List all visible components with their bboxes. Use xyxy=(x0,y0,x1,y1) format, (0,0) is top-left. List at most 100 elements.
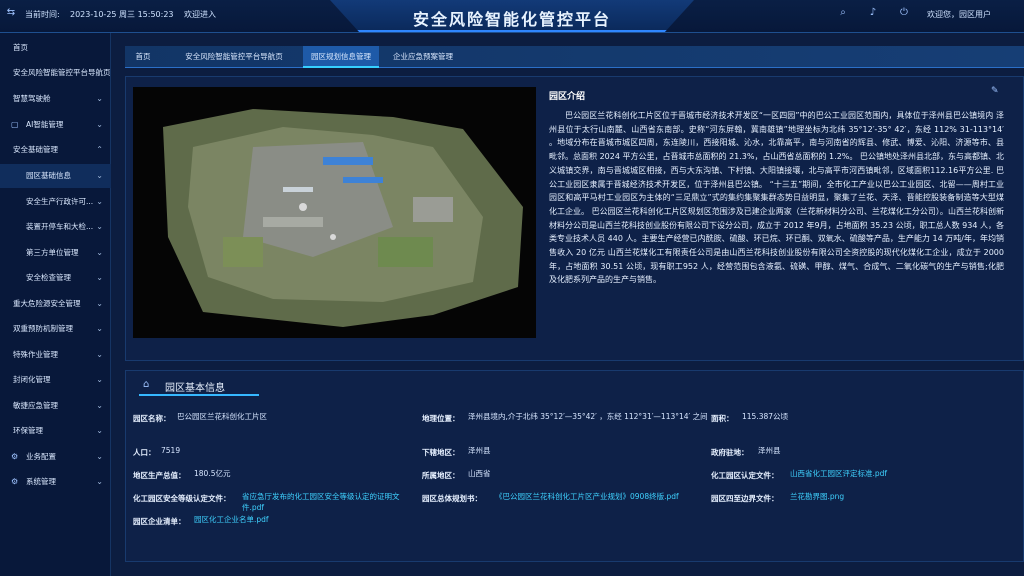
field-label: 园区名称： xyxy=(133,414,171,423)
field-value: 180.5亿元 xyxy=(194,469,231,478)
field-label: 地区生产总值： xyxy=(133,471,186,480)
chevron-down-icon: ⌄ xyxy=(96,426,103,435)
field-label: 所属地区： xyxy=(422,471,460,480)
sidebar-item-cockpit[interactable]: 智慧驾驶舱 ⌄ xyxy=(0,87,111,111)
sidebar-item-label: 封闭化管理 xyxy=(13,375,51,384)
info-title: 园区基本信息 xyxy=(165,383,225,394)
info-header: ⌂ 园区基本信息 xyxy=(139,376,259,396)
bell-icon[interactable]: ♪ xyxy=(866,7,880,21)
field-label: 下辖地区： xyxy=(422,448,460,457)
sidebar: 首页 安全风险智能管控平台导航页 智慧驾驶舱 ⌄ ▢ AI智能管理 ⌄ 安全基础管理 ⌃… xyxy=(0,33,111,576)
gear-icon: ⚙ xyxy=(11,452,19,461)
tab-nav-page[interactable]: 安全风险智能管控平台导航页 xyxy=(167,46,301,68)
tab-bar: 首页 安全风险智能管控平台导航页 园区规划信息管理 企业应急预案管理 xyxy=(125,46,1024,68)
chevron-down-icon: ⌄ xyxy=(96,120,103,129)
field-label: 化工园区认定文件： xyxy=(711,471,779,480)
field-value: 泽州县 xyxy=(758,446,781,455)
datetime: 2023-10-25 周三 15:50:23 xyxy=(70,10,174,19)
info-panel xyxy=(125,370,1024,562)
sidebar-item-nav-page[interactable]: 安全风险智能管控平台导航页 xyxy=(0,61,111,85)
field-value: 山西省 xyxy=(468,469,491,478)
sidebar-item-closed[interactable]: 封闭化管理 ⌄ xyxy=(0,368,111,392)
tab-home[interactable]: 首页 xyxy=(125,46,161,68)
main-content: 首页 安全风险智能管控平台导航页 园区规划信息管理 企业应急预案管理 园区介绍 … xyxy=(111,33,1024,576)
sidebar-item-label: AI智能管理 xyxy=(26,120,64,129)
intro-text: 巴公园区兰花科创化工片区位于晋城市经济技术开发区“一区四园”中的巴公工业园区范围… xyxy=(549,111,1004,285)
field-link[interactable]: 兰花勘界图.png xyxy=(790,491,844,502)
search-icon[interactable]: ⌕ xyxy=(836,7,850,21)
power-icon[interactable]: ⏻ xyxy=(897,7,911,21)
tab-park-planning[interactable]: 园区规划信息管理 xyxy=(303,46,379,68)
sidebar-item-label: 智慧驾驶舱 xyxy=(13,94,51,103)
chevron-down-icon: ⌄ xyxy=(96,222,103,231)
field-value: 7519 xyxy=(161,446,181,455)
sidebar-item-label: 安全检查管理 xyxy=(26,273,71,282)
sidebar-item-special-work[interactable]: 特殊作业管理 ⌄ xyxy=(0,343,111,367)
sidebar-item-business-config[interactable]: ⚙ 业务配置 ⌄ xyxy=(0,445,111,469)
sidebar-item-label: 第三方单位管理 xyxy=(26,248,79,257)
sidebar-item-label: 安全风险智能管控平台导航页 xyxy=(13,68,111,77)
field-label: 化工园区安全等级认定文件： xyxy=(133,494,231,503)
user-greeting[interactable]: 欢迎您，园区用户 xyxy=(927,9,991,20)
chevron-down-icon: ⌄ xyxy=(96,452,103,461)
field-label: 人口： xyxy=(133,448,156,457)
sidebar-item-label: 安全生产行政许可... xyxy=(26,197,94,206)
sidebar-item-env[interactable]: 环保管理 ⌄ xyxy=(0,419,111,443)
field-link[interactable]: 山西省化工园区评定标准.pdf xyxy=(790,468,887,479)
sidebar-item-startstop[interactable]: 装置开停车和大检... ⌄ xyxy=(0,215,111,239)
field-value: 115.387公顷 xyxy=(742,412,789,421)
chevron-down-icon: ⌄ xyxy=(96,477,103,486)
app-title: 安全风险智能化管控平台 xyxy=(412,10,611,29)
sidebar-item-inspection[interactable]: 安全检查管理 ⌄ xyxy=(0,266,111,290)
sidebar-item-park-info[interactable]: 园区基础信息 ⌄ xyxy=(0,164,111,188)
sidebar-item-home[interactable]: 首页 xyxy=(0,36,111,60)
field-label: 园区企业清单： xyxy=(133,517,186,526)
chevron-down-icon: ⌄ xyxy=(96,248,103,257)
gear-icon: ⚙ xyxy=(11,477,19,486)
tab-emergency-plan[interactable]: 企业应急预案管理 xyxy=(383,46,463,68)
sidebar-item-label: 环保管理 xyxy=(13,426,43,435)
sidebar-item-label: 系统管理 xyxy=(26,477,56,486)
title-plate: 安全风险智能化管控平台 xyxy=(330,0,694,32)
sidebar-item-label: 双重预防机制管理 xyxy=(13,324,73,333)
sidebar-item-third-party[interactable]: 第三方单位管理 ⌄ xyxy=(0,241,111,265)
sidebar-item-label: 特殊作业管理 xyxy=(13,350,58,359)
sidebar-item-permit[interactable]: 安全生产行政许可... ⌄ xyxy=(0,190,111,214)
chevron-down-icon: ⌄ xyxy=(96,94,103,103)
intro-title: 园区介绍 xyxy=(549,92,586,102)
sidebar-item-label: 装置开停车和大检... xyxy=(26,222,94,231)
sidebar-item-emergency[interactable]: 敏捷应急管理 ⌄ xyxy=(0,394,111,418)
sidebar-item-label: 业务配置 xyxy=(26,452,56,461)
field-label: 政府驻地： xyxy=(711,448,749,457)
chevron-up-icon: ⌃ xyxy=(96,145,103,154)
field-link[interactable]: 园区化工企业名单.pdf xyxy=(194,514,269,525)
chevron-down-icon: ⌄ xyxy=(96,324,103,333)
sidebar-item-label: 敏捷应急管理 xyxy=(13,401,58,410)
sidebar-item-system[interactable]: ⚙ 系统管理 ⌄ xyxy=(0,470,111,494)
sidebar-item-label: 安全基础管理 xyxy=(13,145,58,154)
field-link[interactable]: 省应急厅发布的化工园区安全等级认定的证明文件.pdf xyxy=(242,491,417,513)
edit-icon[interactable]: ✎ xyxy=(991,86,999,96)
park-aerial-image xyxy=(133,87,536,338)
field-value: 泽州县境内,介于北纬 35°12′—35°42′ ，东经 112°31′—113… xyxy=(468,412,708,421)
field-label: 园区总体规划书： xyxy=(422,494,482,503)
field-value: 泽州县 xyxy=(468,446,491,455)
chevron-down-icon: ⌄ xyxy=(96,171,103,180)
time-label: 当前时间: xyxy=(25,10,60,19)
field-label: 园区四至边界文件： xyxy=(711,494,779,503)
sidebar-item-hazard-source[interactable]: 重大危险源安全管理 ⌄ xyxy=(0,292,111,316)
chevron-down-icon: ⌄ xyxy=(96,273,103,282)
field-value: 巴公园区兰花科创化工片区 xyxy=(177,412,267,421)
sidebar-item-label: 首页 xyxy=(13,43,28,52)
building-icon: ⌂ xyxy=(143,379,150,390)
sidebar-item-label: 重大危险源安全管理 xyxy=(13,299,81,308)
sidebar-item-dual-prevention[interactable]: 双重预防机制管理 ⌄ xyxy=(0,317,111,341)
sidebar-item-ai[interactable]: ▢ AI智能管理 ⌄ xyxy=(0,113,111,137)
chevron-down-icon: ⌄ xyxy=(96,401,103,410)
field-link[interactable]: 《巴公园区兰花科创化工片区产业规划》0908终版.pdf xyxy=(495,491,679,502)
back-icon[interactable]: ⇆ xyxy=(4,7,18,21)
sidebar-item-label: 园区基础信息 xyxy=(26,171,71,180)
top-bar: ⇆ 当前时间: 2023-10-25 周三 15:50:23 欢迎进入 安全风险… xyxy=(0,0,1024,33)
sidebar-item-safety-basic[interactable]: 安全基础管理 ⌃ xyxy=(0,138,111,162)
chevron-down-icon: ⌄ xyxy=(96,299,103,308)
